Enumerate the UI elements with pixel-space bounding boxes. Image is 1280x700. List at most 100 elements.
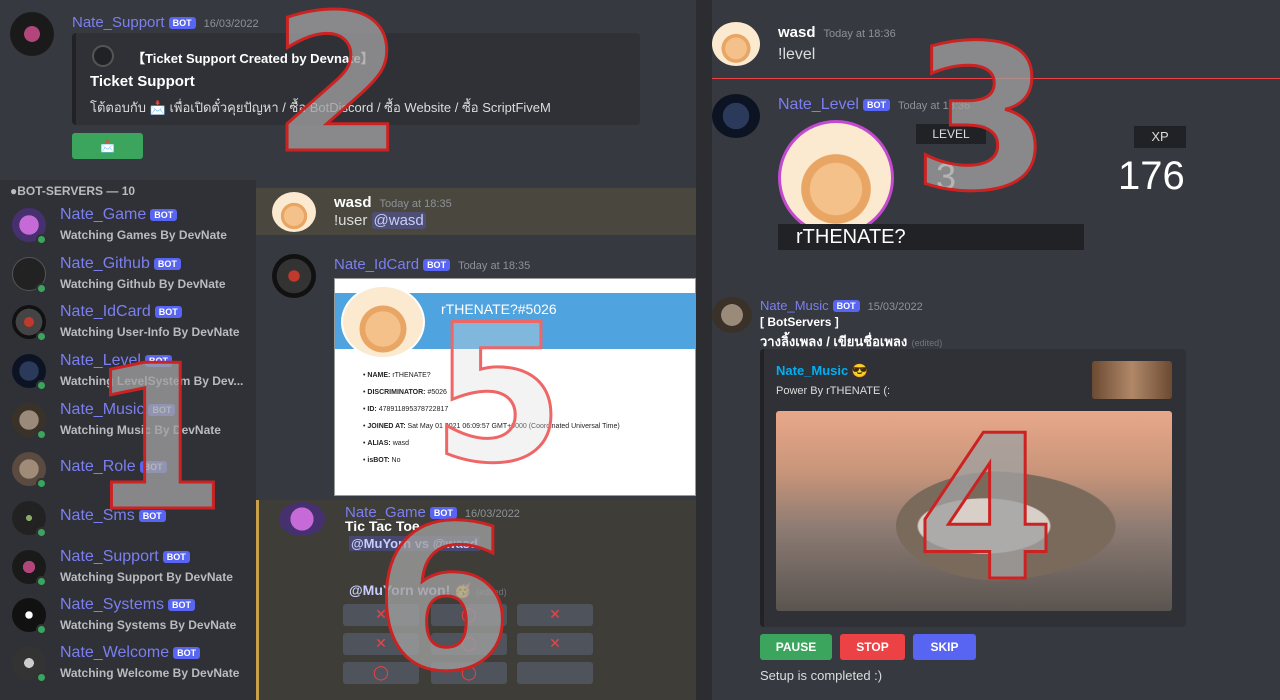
server-item[interactable]: Nate_Systems BOT Watching Systems By DevN… [0, 594, 256, 640]
support-panel: Nate_Support BOT 16/03/2022 【Ticket Suppor… [0, 0, 696, 180]
tic-tac-toe-cell[interactable]: ◯ [431, 604, 507, 626]
bot-username[interactable]: Nate_Music [760, 298, 829, 313]
support-header: Nate_Support BOT 16/03/2022 [72, 12, 259, 31]
bot-avatar[interactable] [712, 94, 760, 138]
message-header: wasd Today at 18:35 [334, 192, 452, 211]
bot-avatar[interactable] [279, 502, 325, 536]
music-line2: วางลิ้งเพลง / เขียนชื่อเพลง [760, 334, 908, 349]
bot-tag: BOT [138, 509, 166, 522]
tic-tac-toe-cell[interactable]: ◯ [431, 633, 507, 655]
field-value: #5026 [427, 389, 447, 396]
game-result: @MuYorn won! 🥳 (edited) [349, 582, 507, 600]
username[interactable]: wasd [334, 194, 372, 211]
server-status: Watching LevelSystem By Dev... [60, 374, 244, 388]
pause-button[interactable]: PAUSE [760, 634, 832, 660]
cat-image-shape [896, 471, 1116, 581]
field-key: ID: [367, 406, 377, 413]
embed-desc: โต้ตอบกับ 📩 เพื่อเปิดตั๋วคุยปัญหา / ซื้อ… [90, 100, 551, 115]
bot-username[interactable]: Nate_IdCard [334, 256, 419, 273]
server-item[interactable]: Nate_Level BOT Watching LevelSystem By De… [0, 350, 256, 396]
timestamp: 16/03/2022 [203, 18, 259, 30]
online-status-icon [36, 527, 47, 538]
xp-value: 176 [1118, 154, 1185, 198]
timestamp: Today at 18:35 [379, 198, 452, 210]
mention[interactable]: @wasd [371, 212, 426, 229]
embed-image[interactable] [776, 411, 1172, 611]
field-row: • NAME: rTHENATE? [363, 372, 431, 379]
online-status-icon [36, 624, 47, 635]
idcard-image[interactable]: rTHENATE?#5026 • NAME: rTHENATE? • DISCR… [334, 278, 696, 496]
field-key: JOINED AT: [367, 423, 406, 430]
timestamp: Today at 18:35 [458, 260, 531, 272]
tic-tac-toe-cell[interactable]: ✕ [517, 604, 593, 626]
bot-tag: BOT [168, 16, 196, 29]
music-embed: Nate_Music 😎 Power By rTHENATE (: [760, 349, 1186, 627]
message-header: Nate_Music BOT 15/03/2022 [760, 295, 923, 314]
music-line1: [ BotServers ] [760, 315, 839, 329]
online-status-icon [36, 672, 47, 683]
embed-author-icon [92, 45, 114, 67]
server-item[interactable]: Nate_Role BOT [0, 448, 256, 494]
embed-title[interactable]: Nate_Music 😎 [776, 363, 868, 379]
server-status: Watching Music By DevNate [60, 423, 221, 437]
server-item[interactable]: Nate_Support BOT Watching Support By DevN… [0, 546, 256, 592]
online-status-icon [36, 331, 47, 342]
open-ticket-button[interactable]: 📩 [72, 133, 143, 159]
tic-tac-toe-cell[interactable]: ◯ [431, 662, 507, 684]
idcard-panel: wasd Today at 18:35 !user @wasd Nate_IdCa… [256, 188, 696, 500]
bot-avatar[interactable] [712, 297, 752, 333]
game-panel: Nate_Game BOT 16/03/2022 Tic Tac Toe @MuYo… [256, 500, 696, 700]
bot-avatar[interactable] [272, 254, 316, 298]
bot-tag: BOT [423, 258, 451, 271]
bot-username[interactable]: Nate_Level [778, 96, 859, 113]
support-username[interactable]: Nate_Support [72, 14, 165, 31]
field-value: wasd [392, 440, 410, 447]
xp-label: XP [1134, 126, 1186, 148]
timestamp: Today at 18:36 [897, 100, 971, 112]
embed-desc: Power By rTHENATE (: [776, 385, 891, 397]
command-text: !level [778, 46, 816, 63]
skip-button[interactable]: SKIP [913, 634, 976, 660]
field-row: • ALIAS: wasd [363, 440, 410, 447]
username[interactable]: wasd [778, 24, 816, 41]
field-row: • isBOT: No [363, 457, 401, 464]
server-item[interactable]: Nate_Welcome BOT Watching Welcome By DevN… [0, 642, 256, 688]
server-item[interactable]: Nate_Sms BOT [0, 497, 256, 543]
idcard-fields: • NAME: rTHENATE? • DISCRIMINATOR: #5026… [363, 367, 693, 469]
server-name: Nate_Github BOT [60, 255, 181, 273]
timestamp: Today at 18:36 [823, 28, 896, 40]
new-messages-divider [712, 78, 1280, 79]
tic-tac-toe-cell[interactable] [517, 662, 593, 684]
bot-tag: BOT [150, 208, 178, 221]
user-avatar[interactable] [272, 192, 316, 232]
server-item[interactable]: Nate_Game BOT Watching Games By DevNate [0, 204, 256, 250]
tic-tac-toe-cell[interactable]: ◯ [343, 662, 419, 684]
online-status-icon [36, 283, 47, 294]
bot-tag: BOT [162, 550, 190, 563]
server-item[interactable]: Nate_IdCard BOT Watching User-Info By Dev… [0, 301, 256, 347]
tic-tac-toe-cell[interactable]: ✕ [517, 633, 593, 655]
idcard-avatar [341, 285, 425, 359]
support-avatar[interactable] [10, 12, 54, 56]
timestamp: 15/03/2022 [867, 301, 923, 313]
server-name: Nate_Role BOT [60, 458, 167, 476]
edited-label: (edited) [476, 587, 507, 597]
server-status: Watching Github By DevNate [60, 277, 226, 291]
server-item[interactable]: Nate_Music BOT Watching Music By DevNate [0, 399, 256, 445]
server-item[interactable]: Nate_Github BOT Watching Github By DevNat… [0, 253, 256, 299]
server-status: Watching Games By DevNate [60, 228, 227, 242]
message-header: Nate_Level BOT Today at 18:36 [778, 94, 970, 114]
online-status-icon [36, 234, 47, 245]
field-row: • ID: 478911895378722817 [363, 406, 449, 413]
stop-button[interactable]: STOP [840, 634, 905, 660]
server-name: Nate_Support BOT [60, 548, 190, 566]
message-header: Nate_IdCard BOT Today at 18:35 [334, 254, 530, 273]
tic-tac-toe-cell[interactable]: ✕ [343, 604, 419, 626]
server-name: Nate_Level BOT [60, 352, 172, 370]
server-list-header: ●BOT-SERVERS — 10 [10, 184, 136, 198]
field-key: NAME: [367, 372, 391, 379]
bot-tag: BOT [139, 460, 167, 473]
user-avatar[interactable] [712, 22, 760, 66]
tic-tac-toe-cell[interactable]: ✕ [343, 633, 419, 655]
idcard-title: rTHENATE?#5026 [441, 301, 557, 317]
